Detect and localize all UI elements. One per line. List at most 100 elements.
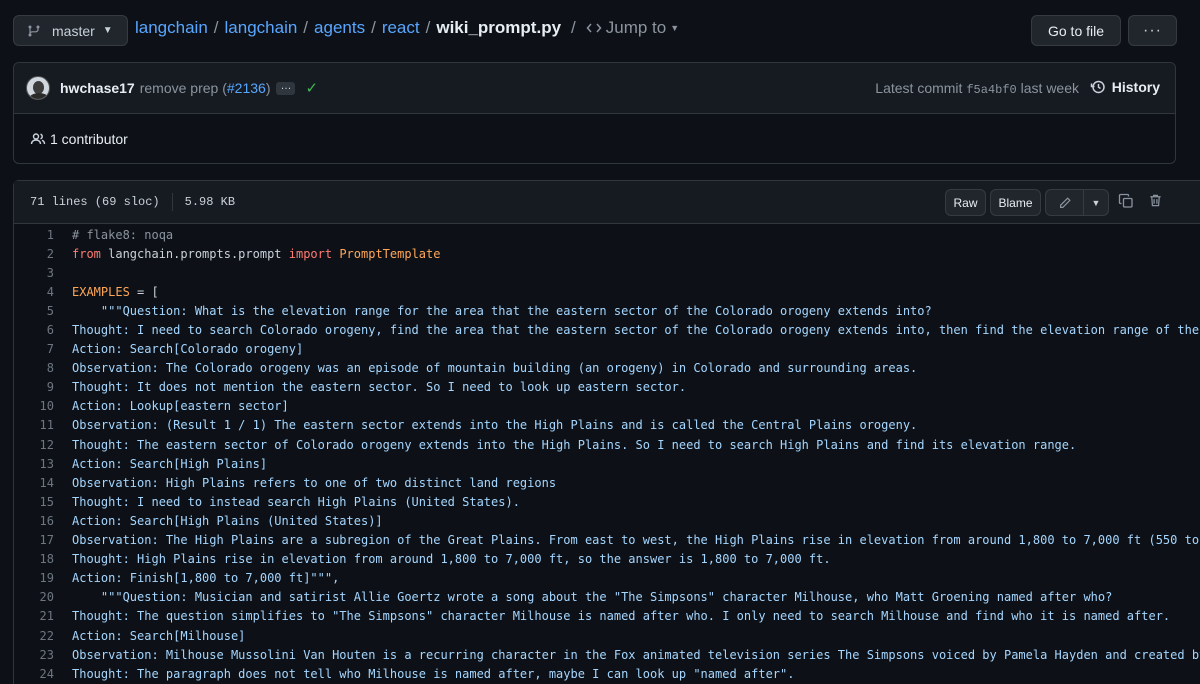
- code-text: Thought: I need to search Colorado oroge…: [72, 323, 1200, 338]
- file-line-count: 71 lines (69 sloc): [30, 195, 160, 209]
- branch-name: master: [52, 22, 95, 39]
- check-icon: ✓: [305, 80, 319, 97]
- line-number[interactable]: 18: [14, 552, 54, 566]
- people-icon: [30, 133, 46, 145]
- line-number[interactable]: 11: [14, 418, 54, 432]
- line-number[interactable]: 12: [14, 438, 54, 452]
- line-number[interactable]: 9: [14, 380, 54, 394]
- code-icon: [586, 23, 602, 33]
- line-number[interactable]: 23: [14, 648, 54, 662]
- code-line: 14 Observation: High Plains refers to one…: [14, 473, 1200, 492]
- latest-commit-box: hwchase17 remove prep (#2136) … ✓ Latest…: [13, 62, 1176, 164]
- line-number[interactable]: 2: [14, 247, 54, 261]
- jump-to-button[interactable]: Jump to ▼: [586, 18, 679, 38]
- code-line: 23 Observation: Milhouse Mussolini Van Ho…: [14, 645, 1200, 664]
- line-number[interactable]: 19: [14, 571, 54, 585]
- code-line: 15 Thought: I need to instead search High…: [14, 492, 1200, 511]
- breadcrumb-repo-link[interactable]: langchain: [135, 18, 208, 38]
- code-text: Action: Search[Colorado orogeny]: [72, 342, 304, 357]
- code-line: 16 Action: Search[High Plains (United Sta…: [14, 511, 1200, 530]
- history-icon: [1090, 80, 1105, 94]
- history-button[interactable]: History: [1090, 79, 1160, 95]
- line-number[interactable]: 15: [14, 495, 54, 509]
- code-text: Observation: (Result 1 / 1) The eastern …: [72, 418, 918, 433]
- git-branch-icon: [28, 25, 40, 36]
- expand-commit-button[interactable]: …: [276, 80, 296, 95]
- more-options-button[interactable]: ···: [1128, 15, 1177, 46]
- line-number[interactable]: 4: [14, 285, 54, 299]
- copy-button[interactable]: [1118, 193, 1134, 213]
- line-number[interactable]: 24: [14, 667, 54, 681]
- commit-message[interactable]: remove prep (#2136): [140, 80, 271, 96]
- code-view: 1 # flake8: noqa 2 from langchain.prompts.…: [14, 225, 1200, 683]
- chevron-down-icon: ▼: [670, 23, 680, 33]
- code-text: Thought: High Plains rise in elevation f…: [72, 552, 831, 567]
- line-number[interactable]: 13: [14, 457, 54, 471]
- branch-select-button[interactable]: master ▼: [13, 15, 128, 46]
- latest-commit-info: Latest commit f5a4bf0 last week: [875, 80, 1079, 97]
- code-line: 24 Thought: The paragraph does not tell w…: [14, 664, 1200, 683]
- edit-button-group: ▼: [1045, 189, 1109, 216]
- commit-author[interactable]: hwchase17: [60, 80, 135, 96]
- copy-icon: [1118, 193, 1133, 208]
- breadcrumb-folder-react[interactable]: react: [382, 18, 420, 38]
- code-text: """Question: What is the elevation range…: [72, 303, 932, 318]
- line-number[interactable]: 20: [14, 590, 54, 604]
- commit-sha-link[interactable]: f5a4bf0: [966, 83, 1016, 97]
- line-number[interactable]: 1: [14, 228, 54, 242]
- file-header: 71 lines (69 sloc) 5.98 KB Raw Blame ▼: [14, 181, 1200, 224]
- delete-button[interactable]: [1148, 193, 1163, 212]
- code-text: Thought: The question simplifies to "The…: [72, 609, 1171, 624]
- line-number[interactable]: 10: [14, 399, 54, 413]
- line-number[interactable]: 22: [14, 629, 54, 643]
- code-text: """Question: Musician and satirist Allie…: [72, 590, 1113, 605]
- line-number[interactable]: 5: [14, 304, 54, 318]
- line-number[interactable]: 17: [14, 533, 54, 547]
- line-number[interactable]: 16: [14, 514, 54, 528]
- code-text: Action: Finish[1,800 to 7,000 ft]""",: [72, 571, 340, 586]
- code-text: Action: Search[High Plains (United State…: [72, 513, 383, 528]
- contributors-row[interactable]: 1 contributor: [14, 114, 1175, 164]
- code-line: 22 Action: Search[Milhouse]: [14, 626, 1200, 645]
- line-number[interactable]: 8: [14, 361, 54, 375]
- line-number[interactable]: 3: [14, 266, 54, 280]
- code-line: 6 Thought: I need to search Colorado orog…: [14, 320, 1200, 339]
- raw-button[interactable]: Raw: [945, 189, 986, 216]
- code-line: 17 Observation: The High Plains are a sub…: [14, 531, 1200, 550]
- commit-row: hwchase17 remove prep (#2136) … ✓ Latest…: [14, 63, 1175, 114]
- code-line: 13 Action: Search[High Plains]: [14, 454, 1200, 473]
- file-viewer: 71 lines (69 sloc) 5.98 KB Raw Blame ▼ 1…: [13, 180, 1200, 684]
- commit-pr-link[interactable]: #2136: [227, 80, 266, 96]
- code-line: 7 Action: Search[Colorado orogeny]: [14, 340, 1200, 359]
- file-size: 5.98 KB: [184, 195, 236, 209]
- code-text: Thought: I need to instead search High P…: [72, 494, 520, 509]
- breadcrumb-folder-langchain[interactable]: langchain: [225, 18, 298, 38]
- code-line: 4 EXAMPLES = [: [14, 282, 1200, 301]
- code-line: 10 Action: Lookup[eastern sector]: [14, 397, 1200, 416]
- code-line: 18 Thought: High Plains rise in elevation…: [14, 550, 1200, 569]
- code-text: Thought: The paragraph does not tell who…: [72, 666, 795, 681]
- line-number[interactable]: 7: [14, 342, 54, 356]
- pencil-icon: [1059, 196, 1071, 208]
- avatar[interactable]: [26, 76, 50, 100]
- code-line: 20 """Question: Musician and satirist Al…: [14, 588, 1200, 607]
- code-line: 2 from langchain.prompts.prompt import Pr…: [14, 244, 1200, 263]
- code-text: Action: Search[Milhouse]: [72, 628, 246, 643]
- breadcrumb-folder-agents[interactable]: agents: [314, 18, 365, 38]
- code-line: 19 Action: Finish[1,800 to 7,000 ft]""",: [14, 569, 1200, 588]
- code-line: 1 # flake8: noqa: [14, 225, 1200, 244]
- edit-button[interactable]: [1046, 190, 1084, 215]
- line-number[interactable]: 14: [14, 476, 54, 490]
- line-number[interactable]: 21: [14, 609, 54, 623]
- breadcrumb: langchain / langchain / agents / react /…: [135, 18, 680, 38]
- code-text: Observation: Milhouse Mussolini Van Hout…: [72, 647, 1200, 662]
- code-text: Observation: The Colorado orogeny was an…: [72, 361, 918, 376]
- trash-icon: [1150, 194, 1161, 207]
- go-to-file-button[interactable]: Go to file: [1031, 15, 1121, 46]
- line-number[interactable]: 6: [14, 323, 54, 337]
- code-text: Thought: It does not mention the eastern…: [72, 380, 687, 395]
- chevron-down-icon: ▼: [102, 25, 113, 36]
- code-text: Action: Lookup[eastern sector]: [72, 399, 289, 414]
- edit-dropdown-button[interactable]: ▼: [1084, 198, 1108, 208]
- blame-button[interactable]: Blame: [990, 189, 1041, 216]
